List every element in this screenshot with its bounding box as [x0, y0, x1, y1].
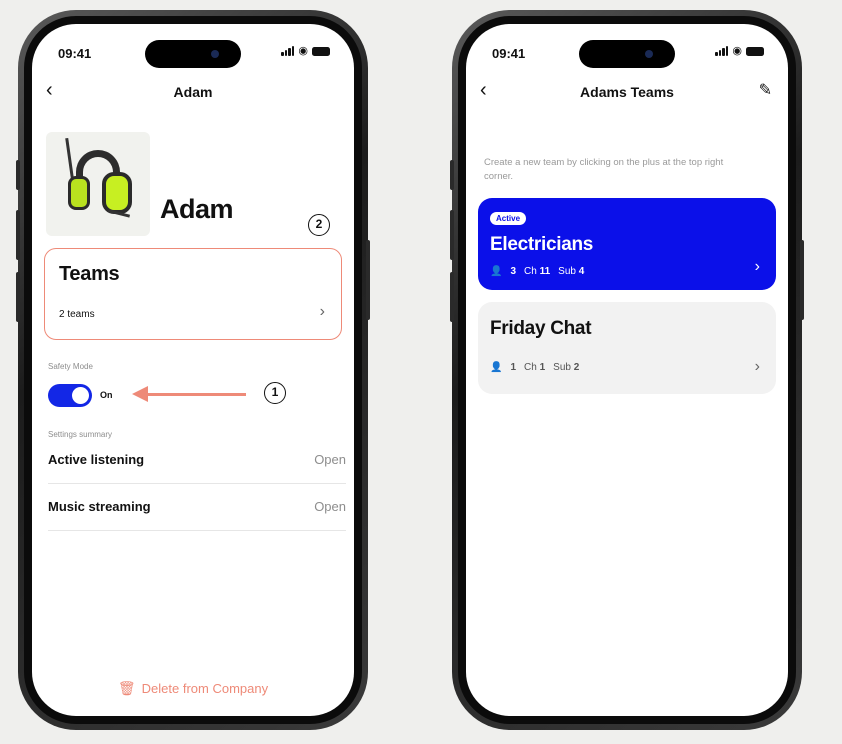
delete-from-company-button[interactable]: 🗑 Delete from Company: [32, 680, 354, 697]
team-name: Friday Chat: [490, 318, 592, 339]
members-icon: 👤: [490, 362, 503, 373]
team-name: Electricians: [490, 234, 594, 255]
profile-name: Adam: [160, 194, 234, 224]
setting-label: Music streaming: [48, 499, 151, 514]
members-icon: 👤: [490, 266, 503, 277]
setting-row-music-streaming[interactable]: Music streaming Open: [48, 485, 346, 531]
callout-number-1: 1: [264, 382, 286, 404]
phone-side-button: [16, 160, 20, 190]
open-link[interactable]: Open: [314, 499, 346, 514]
members-count: 3: [510, 266, 517, 277]
channel-info: Ch 1: [524, 362, 546, 373]
trash-icon: 🗑: [117, 680, 136, 696]
chevron-right-icon: ›: [754, 358, 760, 375]
headset-antenna: [65, 137, 74, 179]
page-title: Adam: [173, 84, 213, 100]
members-count: 1: [510, 362, 517, 373]
phone-side-button: [16, 272, 20, 322]
safety-mode-toggle[interactable]: [48, 384, 92, 407]
headset-cup-left: [68, 176, 90, 210]
status-time: 09:41: [58, 46, 92, 61]
team-meta: 👤 1 Ch 1 Sub 2: [490, 362, 579, 373]
team-meta: 👤 3 Ch 11 Sub 4: [490, 266, 584, 277]
phone-side-button: [800, 240, 804, 320]
teams-count: 2 teams: [59, 309, 95, 320]
setting-row-active-listening[interactable]: Active listening Open: [48, 438, 346, 484]
callout-number-2: 2: [308, 214, 330, 236]
phone-side-button: [450, 210, 454, 260]
battery-icon: [746, 46, 764, 56]
active-badge: Active: [490, 212, 527, 225]
sub-info: Sub 2: [553, 362, 580, 373]
chevron-right-icon: ›: [319, 303, 325, 320]
phone-bezel: 09:41 ◉ ‹ Adam Adam 2 Teams 2 teams › Sa…: [24, 16, 362, 724]
safety-mode-label: Safety Mode: [48, 362, 93, 371]
battery-icon: [312, 46, 330, 56]
right-phone: 09:41 ◉ ‹ Adams Teams ✎ Create a new tea…: [450, 10, 804, 730]
phone-bezel: 09:41 ◉ ‹ Adams Teams ✎ Create a new tea…: [458, 16, 796, 724]
dynamic-island: [145, 40, 241, 68]
create-team-hint: Create a new team by clicking on the plu…: [484, 157, 724, 182]
signal-icon: [281, 46, 295, 56]
team-card-friday-chat[interactable]: Friday Chat 👤 1 Ch 1 Sub 2 ›: [478, 302, 776, 394]
team-card-electricians[interactable]: Active Electricians 👤 3 Ch 11 Sub 4 ›: [478, 198, 776, 290]
delete-label: Delete from Company: [141, 681, 269, 696]
page-title: Adams Teams: [580, 84, 674, 100]
annotation-arrow-line: [146, 393, 246, 396]
phone-side-button: [366, 240, 370, 320]
teams-card[interactable]: Teams 2 teams ›: [44, 248, 342, 340]
headset-cup-right: [102, 172, 132, 214]
sub-info: Sub 4: [558, 266, 585, 277]
phone-side-button: [450, 272, 454, 322]
status-icons: ◉: [715, 45, 764, 57]
dynamic-island: [579, 40, 675, 68]
wifi-icon: ◉: [732, 45, 742, 57]
left-screen: 09:41 ◉ ‹ Adam Adam 2 Teams 2 teams › Sa…: [32, 24, 354, 716]
wifi-icon: ◉: [298, 45, 308, 57]
pencil-icon[interactable]: ✎: [759, 80, 772, 100]
chevron-right-icon: ›: [754, 258, 760, 275]
phone-side-button: [16, 210, 20, 260]
signal-icon: [715, 46, 729, 56]
status-time: 09:41: [492, 46, 526, 61]
phone-side-button: [450, 160, 454, 190]
open-link[interactable]: Open: [314, 452, 346, 467]
right-screen: 09:41 ◉ ‹ Adams Teams ✎ Create a new tea…: [466, 24, 788, 716]
toggle-state-label: On: [100, 390, 113, 400]
left-phone: 09:41 ◉ ‹ Adam Adam 2 Teams 2 teams › Sa…: [16, 10, 370, 730]
headset-image: [46, 132, 150, 236]
teams-card-title: Teams: [59, 263, 120, 285]
status-icons: ◉: [281, 45, 330, 57]
setting-label: Active listening: [48, 452, 145, 467]
channel-info: Ch 11: [524, 266, 551, 277]
